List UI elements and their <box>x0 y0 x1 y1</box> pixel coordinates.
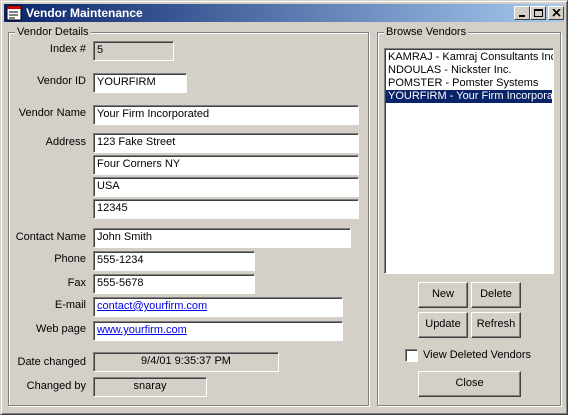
address-line-2-input[interactable]: Four Corners NY <box>93 155 359 175</box>
close-icon <box>552 9 561 17</box>
minimize-button[interactable] <box>514 6 530 20</box>
browse-vendors-legend: Browse Vendors <box>384 26 469 38</box>
contact-name-label: Contact Name <box>15 231 86 243</box>
phone-label: Phone <box>54 253 86 265</box>
vendor-maintenance-window: Vendor Maintenance Vendor Details Index … <box>0 0 568 415</box>
maximize-button[interactable] <box>530 6 546 20</box>
refresh-button[interactable]: Refresh <box>471 312 521 338</box>
close-button[interactable]: Close <box>418 371 521 397</box>
fax-input[interactable]: 555-5678 <box>93 274 255 294</box>
index-field: 5 <box>93 41 174 61</box>
email-input[interactable]: contact@yourfirm.com <box>93 297 343 317</box>
date-changed-field: 9/4/01 9:35:37 PM <box>93 352 279 372</box>
phone-input[interactable]: 555-1234 <box>93 251 255 271</box>
address-line-4-input[interactable]: 12345 <box>93 199 359 219</box>
vendor-listbox[interactable]: KAMRAJ - Kamraj Consultants Inc. NDOULAS… <box>384 48 554 274</box>
changed-by-label: Changed by <box>26 380 86 392</box>
maximize-icon <box>534 9 543 17</box>
vendor-list-item[interactable]: KAMRAJ - Kamraj Consultants Inc. <box>386 51 553 64</box>
new-button[interactable]: New <box>418 282 468 308</box>
minimize-icon <box>519 15 525 17</box>
form-icon <box>6 5 22 21</box>
web-page-link[interactable]: www.yourfirm.com <box>97 324 187 336</box>
address-label: Address <box>45 136 86 148</box>
vendor-name-label: Vendor Name <box>18 107 86 119</box>
web-page-label: Web page <box>36 323 86 335</box>
vendor-id-input[interactable]: YOURFIRM <box>93 73 187 93</box>
vendor-list-item[interactable]: NDOULAS - Nickster Inc. <box>386 64 552 77</box>
window-title: Vendor Maintenance <box>26 6 143 20</box>
vendor-id-label: Vendor ID <box>37 75 86 87</box>
fax-label: Fax <box>67 277 86 289</box>
vendor-list-item[interactable]: POMSTER - Pomster Systems <box>386 77 552 90</box>
vendor-name-input[interactable]: Your Firm Incorporated <box>93 105 359 125</box>
address-line-1-input[interactable]: 123 Fake Street <box>93 133 359 153</box>
email-label: E-mail <box>54 299 86 311</box>
vendor-details-group: Vendor Details <box>8 26 369 406</box>
update-button[interactable]: Update <box>418 312 468 338</box>
vendor-list-item-selected[interactable]: YOURFIRM - Your Firm Incorporat <box>386 90 553 103</box>
address-line-3-input[interactable]: USA <box>93 177 359 197</box>
index-label: Index # <box>49 43 86 55</box>
email-link[interactable]: contact@yourfirm.com <box>97 300 207 312</box>
date-changed-label: Date changed <box>17 356 87 368</box>
delete-button[interactable]: Delete <box>471 282 521 308</box>
view-deleted-label[interactable]: View Deleted Vendors <box>423 349 531 361</box>
vendor-details-legend: Vendor Details <box>15 26 91 38</box>
close-window-button[interactable] <box>548 6 564 20</box>
changed-by-field: snaray <box>93 377 207 397</box>
view-deleted-checkbox[interactable] <box>405 349 418 362</box>
contact-name-input[interactable]: John Smith <box>93 228 351 248</box>
title-bar[interactable]: Vendor Maintenance <box>4 4 564 22</box>
web-page-input[interactable]: www.yourfirm.com <box>93 321 343 341</box>
